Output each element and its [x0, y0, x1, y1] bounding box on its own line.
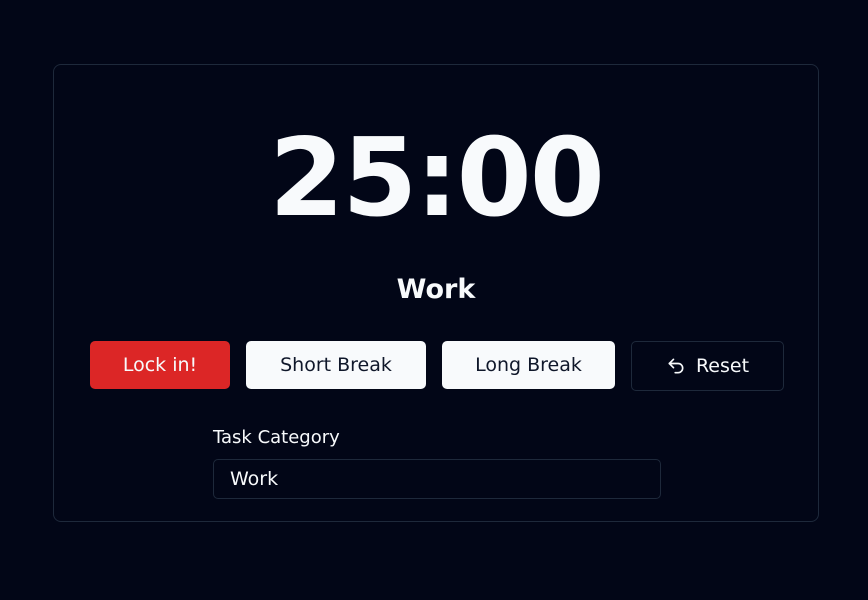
task-category-label: Task Category: [213, 427, 340, 448]
timer-display: 25:00: [269, 116, 605, 241]
reset-button[interactable]: Reset: [631, 341, 784, 391]
task-category-value: Work: [230, 468, 279, 490]
reset-button-label: Reset: [695, 355, 750, 377]
short-break-button-label: Short Break: [280, 354, 392, 376]
undo-arrow-icon: [666, 356, 686, 376]
lock-in-button[interactable]: Lock in!: [90, 341, 230, 389]
lock-in-button-label: Lock in!: [122, 354, 198, 376]
long-break-button-label: Long Break: [475, 354, 582, 376]
short-break-button[interactable]: Short Break: [246, 341, 426, 389]
timer-mode-label: Work: [396, 274, 476, 305]
task-category-input[interactable]: Work: [213, 459, 661, 499]
long-break-button[interactable]: Long Break: [442, 341, 615, 389]
pomodoro-card: 25:00 Work Lock in! Short Break Long Bre…: [53, 64, 819, 522]
